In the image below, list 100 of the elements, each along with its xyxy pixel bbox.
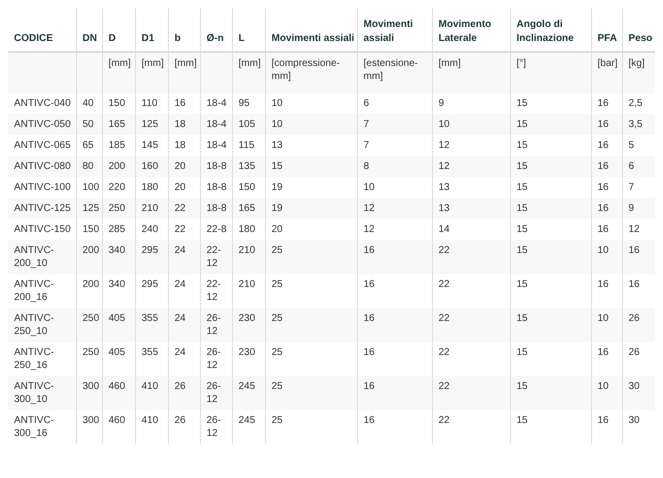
table-cell: 24 <box>168 308 200 342</box>
table-cell: 355 <box>135 308 168 342</box>
table-cell: 405 <box>102 308 135 342</box>
table-cell: 80 <box>76 156 102 177</box>
table-cell: 26-12 <box>200 308 232 342</box>
table-cell: 26 <box>168 410 200 444</box>
table-cell: 10 <box>265 114 357 135</box>
table-cell: ANTIVC-050 <box>8 114 76 135</box>
table-cell: 22-12 <box>200 240 232 274</box>
table-cell: 16 <box>591 198 622 219</box>
table-cell: ANTIVC-150 <box>8 219 76 240</box>
table-cell: 3,5 <box>622 114 655 135</box>
table-cell: 125 <box>76 198 102 219</box>
table-cell: 340 <box>102 240 135 274</box>
table-cell: 10 <box>591 376 622 410</box>
table-cell: 22 <box>432 308 510 342</box>
table-cell: 250 <box>102 198 135 219</box>
table-cell: ANTIVC-200_16 <box>8 274 76 308</box>
table-cell: 460 <box>102 410 135 444</box>
table-cell: ANTIVC-040 <box>8 93 76 114</box>
table-cell: 15 <box>510 308 591 342</box>
table-cell: 22 <box>432 410 510 444</box>
table-cell: 10 <box>591 308 622 342</box>
table-cell: 10 <box>432 114 510 135</box>
table-cell: 15 <box>510 376 591 410</box>
unit-cell: [mm] <box>135 52 168 93</box>
table-cell: 16 <box>591 114 622 135</box>
unit-cell: [kg] <box>622 52 655 93</box>
table-cell: 25 <box>265 240 357 274</box>
table-cell: 22 <box>432 240 510 274</box>
table-cell: 8 <box>357 156 432 177</box>
table-cell: 7 <box>357 114 432 135</box>
table-cell: 16 <box>591 410 622 444</box>
table-cell: 250 <box>76 308 102 342</box>
table-cell: 20 <box>168 156 200 177</box>
table-cell: 15 <box>265 156 357 177</box>
table-cell: 165 <box>232 198 265 219</box>
table-cell: ANTIVC-200_10 <box>8 240 76 274</box>
table-cell: ANTIVC-100 <box>8 177 76 198</box>
table-cell: 460 <box>102 376 135 410</box>
table-cell: ANTIVC-080 <box>8 156 76 177</box>
table-cell: 300 <box>76 376 102 410</box>
table-cell: 16 <box>622 240 655 274</box>
table-cell: 295 <box>135 240 168 274</box>
table-cell: 16 <box>357 308 432 342</box>
table-cell: 160 <box>135 156 168 177</box>
table-cell: 30 <box>622 410 655 444</box>
table-cell: 22 <box>168 198 200 219</box>
table-cell: 16 <box>591 156 622 177</box>
table-cell: 410 <box>135 410 168 444</box>
table-cell: ANTIVC-300_10 <box>8 376 76 410</box>
table-cell: 16 <box>357 376 432 410</box>
table-cell: 12 <box>432 156 510 177</box>
unit-cell: [compressione-mm] <box>265 52 357 93</box>
unit-cell: [mm] <box>232 52 265 93</box>
table-cell: 12 <box>357 198 432 219</box>
table-cell: 13 <box>432 198 510 219</box>
table-cell: 26 <box>622 308 655 342</box>
table-cell: 6 <box>622 156 655 177</box>
table-cell: 18-4 <box>200 114 232 135</box>
table-cell: 410 <box>135 376 168 410</box>
table-cell: 105 <box>232 114 265 135</box>
unit-cell: [bar] <box>591 52 622 93</box>
table-cell: 24 <box>168 240 200 274</box>
unit-cell: [estensione-mm] <box>357 52 432 93</box>
table-cell: 30 <box>622 376 655 410</box>
unit-cell: [mm] <box>432 52 510 93</box>
table-cell: 9 <box>622 198 655 219</box>
table-cell: 25 <box>265 376 357 410</box>
table-cell: 200 <box>102 156 135 177</box>
table-cell: ANTIVC-250_10 <box>8 308 76 342</box>
table-cell: ANTIVC-125 <box>8 198 76 219</box>
unit-cell: [°] <box>510 52 591 93</box>
table-cell: 18-8 <box>200 198 232 219</box>
table-cell: 22 <box>432 376 510 410</box>
table-cell: ANTIVC-250_16 <box>8 342 76 376</box>
table-cell: 26-12 <box>200 410 232 444</box>
table-cell: 25 <box>265 308 357 342</box>
unit-cell: [mm] <box>168 52 200 93</box>
table-cell: 18 <box>168 114 200 135</box>
table-cell: 15 <box>510 156 591 177</box>
table-cell: 245 <box>232 376 265 410</box>
unit-cell: [mm] <box>102 52 135 93</box>
table-cell: 245 <box>232 410 265 444</box>
table-cell: 16 <box>357 240 432 274</box>
table-cell: 135 <box>232 156 265 177</box>
table-cell: 200 <box>76 240 102 274</box>
table-cell: 15 <box>510 410 591 444</box>
table-cell: 230 <box>232 308 265 342</box>
table-cell: 19 <box>265 198 357 219</box>
table-cell: 10 <box>591 240 622 274</box>
table-cell: 16 <box>357 410 432 444</box>
table-cell: 15 <box>510 114 591 135</box>
table-cell: 300 <box>76 410 102 444</box>
table-cell: 25 <box>265 410 357 444</box>
table-cell: 210 <box>232 240 265 274</box>
table-cell: 50 <box>76 114 102 135</box>
table-cell: 125 <box>135 114 168 135</box>
table-cell: 165 <box>102 114 135 135</box>
table-cell: ANTIVC-065 <box>8 135 76 156</box>
